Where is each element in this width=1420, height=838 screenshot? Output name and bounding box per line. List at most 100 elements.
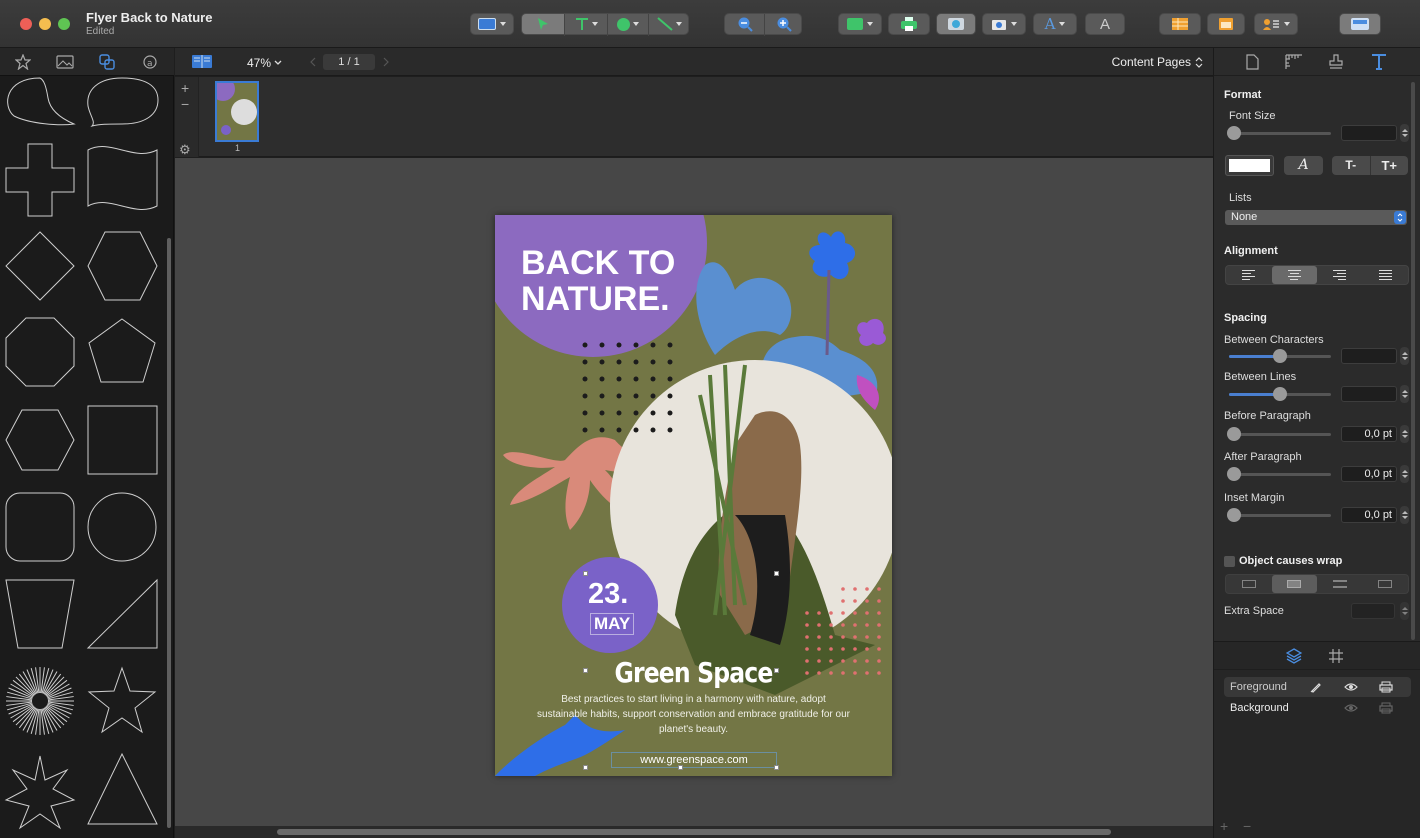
add-layer-button[interactable]: + — [1220, 818, 1228, 834]
between-characters-stepper[interactable] — [1400, 347, 1409, 365]
extra-space-stepper[interactable] — [1400, 602, 1409, 620]
zoom-popup[interactable]: 47% — [247, 56, 282, 70]
after-paragraph-field[interactable]: 0,0 pt — [1341, 466, 1397, 482]
table-button[interactable] — [1159, 13, 1201, 35]
page-indicator[interactable]: 1 / 1 — [323, 54, 375, 70]
inset-margin-field[interactable]: 0,0 pt — [1341, 507, 1397, 523]
selection-handle[interactable] — [774, 668, 779, 673]
insert-image-button[interactable] — [838, 13, 882, 35]
horizontal-scrollbar[interactable] — [277, 829, 1111, 835]
layer-row-foreground[interactable]: Foreground — [1224, 677, 1411, 697]
font-style-button[interactable]: A — [1284, 156, 1323, 175]
flyer-body[interactable]: Best practices to start living in a harm… — [535, 692, 852, 737]
shape-tool-button[interactable] — [608, 14, 648, 34]
flyer-page[interactable]: BACK TO NATURE. 23. MAY Green Space Best… — [495, 215, 892, 776]
object-wrap-checkbox[interactable] — [1224, 556, 1235, 567]
document-icon[interactable] — [1245, 54, 1259, 70]
remove-layer-button[interactable]: − — [1243, 818, 1251, 834]
text-format-icon[interactable] — [1371, 53, 1387, 70]
zoom-out-button[interactable] — [725, 14, 764, 34]
align-justify-button[interactable] — [1363, 266, 1409, 284]
before-paragraph-slider[interactable] — [1227, 427, 1331, 441]
close-window-button[interactable] — [20, 18, 32, 30]
remove-page-icon[interactable]: − — [181, 96, 189, 112]
selection-handle[interactable] — [774, 571, 779, 576]
preview-button[interactable] — [936, 13, 976, 35]
add-page-icon[interactable]: + — [181, 80, 189, 96]
selection-handle[interactable] — [583, 571, 588, 576]
selection-handle[interactable] — [583, 668, 588, 673]
align-right-button[interactable] — [1317, 266, 1363, 284]
headline-line-2[interactable]: NATURE. — [521, 281, 670, 317]
inset-margin-slider[interactable] — [1227, 508, 1331, 522]
zoom-in-button[interactable] — [765, 14, 803, 34]
flyer-url[interactable]: www.greenspace.com — [611, 752, 777, 768]
pencil-icon[interactable] — [1310, 681, 1322, 693]
text-color-well[interactable] — [1225, 155, 1274, 176]
text-style-button[interactable]: A — [1085, 13, 1125, 35]
wrap-column-button[interactable] — [1363, 575, 1409, 593]
content-pages-popup[interactable]: Content Pages — [1112, 55, 1203, 69]
print-button[interactable] — [888, 13, 930, 35]
printer-icon[interactable] — [1379, 681, 1393, 693]
selection-handle[interactable] — [583, 765, 588, 770]
font-size-stepper[interactable] — [1400, 124, 1409, 142]
align-center-button[interactable] — [1271, 266, 1317, 284]
between-characters-slider[interactable] — [1229, 349, 1331, 363]
lists-popup[interactable]: None — [1225, 210, 1407, 225]
calendar-button[interactable] — [1207, 13, 1245, 35]
font-size-slider[interactable] — [1227, 126, 1331, 140]
align-left-button[interactable] — [1226, 266, 1272, 284]
minimize-window-button[interactable] — [39, 18, 51, 30]
symbol-icon[interactable]: a — [142, 54, 158, 70]
increase-font-size-button[interactable]: T+ — [1371, 156, 1409, 175]
next-page-icon[interactable] — [382, 57, 390, 67]
contacts-button[interactable] — [1254, 13, 1298, 35]
page-view-icon[interactable] — [191, 54, 213, 69]
extra-space-field[interactable] — [1351, 603, 1395, 619]
before-paragraph-field[interactable]: 0,0 pt — [1341, 426, 1397, 442]
font-size-field[interactable] — [1341, 125, 1397, 141]
previous-page-icon[interactable] — [309, 57, 317, 67]
star-badge-icon[interactable] — [15, 54, 31, 70]
grid-icon[interactable] — [1328, 648, 1344, 664]
eye-icon[interactable] — [1344, 682, 1358, 692]
inspector-toggle-button[interactable] — [1339, 13, 1381, 35]
inspector-scrollbar[interactable] — [1411, 82, 1415, 640]
eye-icon[interactable] — [1344, 703, 1358, 713]
layer-row-background[interactable]: Background — [1224, 698, 1411, 718]
between-lines-slider[interactable] — [1229, 387, 1331, 401]
printer-icon[interactable] — [1379, 702, 1393, 714]
flyer-title[interactable]: Green Space — [527, 656, 860, 689]
text-tool-button[interactable] — [565, 14, 607, 34]
wrap-none-button[interactable] — [1226, 575, 1272, 593]
decrease-font-size-button[interactable]: T- — [1332, 156, 1371, 175]
date-month[interactable]: MAY — [590, 613, 635, 635]
shapes-scrollbar[interactable] — [167, 238, 171, 828]
line-tool-button[interactable] — [649, 14, 690, 34]
font-button[interactable]: A — [1033, 13, 1077, 35]
headline-line-1[interactable]: BACK TO — [521, 245, 675, 281]
between-lines-field[interactable] — [1341, 386, 1397, 402]
before-paragraph-stepper[interactable] — [1400, 425, 1409, 443]
selection-handle[interactable] — [774, 765, 779, 770]
date-day[interactable]: 23. — [588, 578, 628, 611]
selection-handle[interactable] — [678, 765, 683, 770]
select-tool-button[interactable] — [522, 14, 564, 34]
ruler-icon[interactable] — [1285, 54, 1303, 70]
between-characters-field[interactable] — [1341, 348, 1397, 364]
page-layout-button[interactable] — [470, 13, 514, 35]
page-thumbnail[interactable] — [215, 81, 259, 142]
layers-icon[interactable] — [1286, 648, 1302, 664]
between-lines-stepper[interactable] — [1400, 385, 1409, 403]
inset-margin-stepper[interactable] — [1400, 506, 1409, 524]
wrap-around-button[interactable] — [1271, 575, 1317, 593]
wrap-top-bottom-button[interactable] — [1317, 575, 1363, 593]
media-button[interactable] — [982, 13, 1026, 35]
image-icon[interactable] — [56, 54, 74, 70]
after-paragraph-stepper[interactable] — [1400, 465, 1409, 483]
shapes-icon[interactable] — [99, 54, 115, 70]
stamp-icon[interactable] — [1328, 54, 1344, 70]
gear-icon[interactable]: ⚙ — [179, 142, 191, 158]
after-paragraph-slider[interactable] — [1227, 467, 1331, 481]
